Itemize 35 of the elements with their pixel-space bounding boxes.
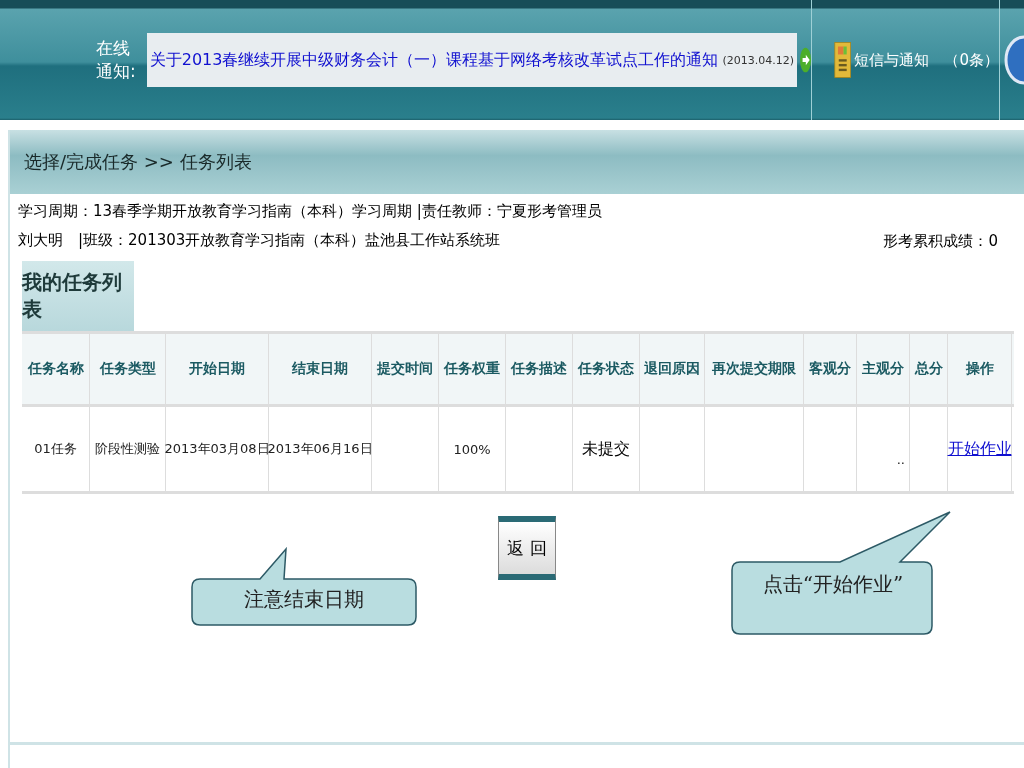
notice-label: 在线通知:	[96, 37, 137, 83]
table-cell: 01任务	[34, 440, 77, 458]
table-cell: 2013年06月16日	[267, 440, 373, 458]
column-header: 提交时间	[372, 334, 439, 404]
column-header: 结束日期	[269, 334, 372, 404]
callout-text: 点击“开始作业”	[761, 571, 905, 598]
column-header: 任务状态	[573, 334, 640, 404]
start-homework-link[interactable]: 开始作业	[947, 438, 1012, 460]
column-header: 任务名称	[22, 334, 90, 404]
column-header: 任务类型	[90, 334, 166, 404]
column-header: 任务权重	[439, 334, 506, 404]
column-header: 退回原因	[640, 334, 705, 404]
study-period-text: 学习周期：13春季学期开放教育学习指南（本科）学习周期 |责任教师：宁夏形考管理员	[18, 202, 602, 221]
messages-link[interactable]: 短信与通知	[854, 50, 930, 70]
callout-text: 注意结束日期	[243, 586, 365, 613]
back-button[interactable]: 返 回	[498, 516, 556, 580]
column-header: 主观分	[857, 334, 910, 404]
notice-date: (2013.04.12)	[722, 53, 794, 67]
student-class-text: 刘大明 |班级：201303开放教育学习指南（本科）盐池县工作站系统班	[18, 231, 502, 250]
table-cell: 100%	[453, 441, 491, 457]
column-header: 开始日期	[166, 334, 269, 404]
table-cell: 未提交	[582, 438, 630, 460]
table-cell: 阶段性测验	[95, 440, 160, 458]
score-text: 形考累积成绩：0	[883, 232, 998, 251]
column-header: 客观分	[804, 334, 857, 404]
column-header: 操作	[948, 334, 1012, 404]
column-header: 任务描述	[506, 334, 573, 404]
breadcrumb: 选择/完成任务 >> 任务列表	[24, 150, 252, 174]
column-header: 再次提交期限	[705, 334, 804, 404]
help-icon[interactable]	[1004, 35, 1024, 85]
table-cell: ..	[896, 451, 905, 467]
task-list-tab[interactable]: 我的任务列表	[22, 261, 134, 331]
messages-count: （0条）	[944, 50, 999, 70]
column-header: 总分	[910, 334, 948, 404]
notice-link[interactable]: 关于2013春继续开展中级财务会计（一）课程基于网络考核改革试点工作的通知	[149, 49, 719, 71]
